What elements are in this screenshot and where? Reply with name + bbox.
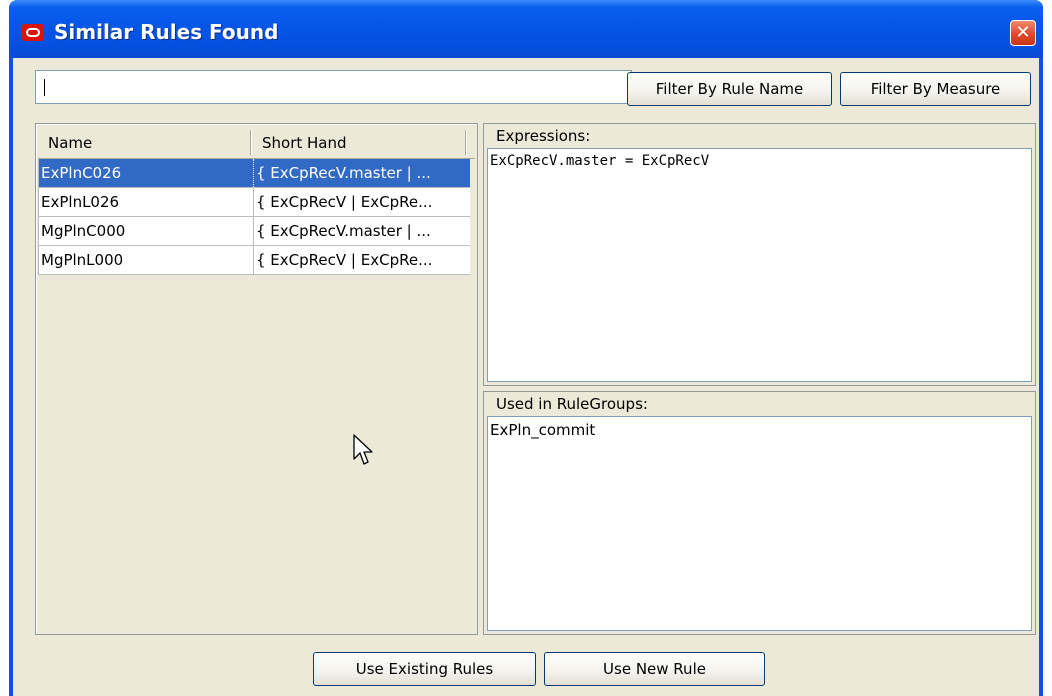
rules-table-body: ExPlnC026 { ExCpRecV.master | ... ExPlnL… (38, 159, 470, 275)
rule-name-cell: MgPlnL000 (41, 251, 124, 269)
oracle-logo-icon (22, 24, 44, 41)
rulegroups-label: Used in RuleGroups: (496, 395, 648, 413)
rulegroups-text-area[interactable]: ExPln_commit (487, 416, 1032, 631)
expressions-label: Expressions: (496, 127, 591, 145)
short-hand-cell: { ExCpRecV.master | ... (253, 159, 469, 187)
table-row[interactable]: MgPlnL000 { ExCpRecV | ExCpRe... (38, 246, 470, 275)
expressions-text-area[interactable]: ExCpRecV.master = ExCpRecV (487, 148, 1032, 382)
column-divider[interactable] (465, 130, 466, 155)
title-bar[interactable]: Similar Rules Found ✕ (9, 0, 1043, 58)
short-hand-cell: { ExCpRecV.master | ... (253, 217, 469, 245)
rulegroups-group: Used in RuleGroups: ExPln_commit (483, 391, 1036, 635)
rule-name-cell: ExPlnL026 (41, 193, 120, 211)
short-hand-cell: { ExCpRecV | ExCpRe... (253, 246, 469, 274)
filter-by-rule-name-button[interactable]: Filter By Rule Name (627, 72, 832, 106)
filter-input[interactable] (35, 70, 632, 104)
dialog-title: Similar Rules Found (54, 20, 279, 44)
filter-by-measure-button[interactable]: Filter By Measure (840, 72, 1031, 106)
rule-name-cell: ExPlnC026 (41, 164, 122, 182)
short-hand-cell: { ExCpRecV | ExCpRe... (253, 188, 469, 216)
table-row[interactable]: ExPlnC026 { ExCpRecV.master | ... (38, 159, 470, 188)
expressions-group: Expressions: ExCpRecV.master = ExCpRecV (483, 123, 1036, 386)
column-header-short-hand[interactable]: Short Hand (252, 126, 464, 159)
rules-table-panel: Name Short Hand ExPlnC026 { ExCpRecV.mas… (35, 123, 478, 635)
table-row[interactable]: ExPlnL026 { ExCpRecV | ExCpRe... (38, 188, 470, 217)
text-caret (44, 79, 45, 96)
use-new-rule-button[interactable]: Use New Rule (544, 652, 765, 686)
column-divider[interactable] (250, 130, 251, 155)
close-button[interactable]: ✕ (1010, 20, 1036, 46)
rules-table-header: Name Short Hand (38, 126, 475, 159)
mouse-pointer-icon (353, 434, 373, 465)
table-row[interactable]: MgPlnC000 { ExCpRecV.master | ... (38, 217, 470, 246)
rule-name-cell: MgPlnC000 (41, 222, 126, 240)
use-existing-rules-button[interactable]: Use Existing Rules (313, 652, 536, 686)
similar-rules-dialog: Similar Rules Found ✕ Filter By Rule Nam… (9, 0, 1043, 696)
column-header-name[interactable]: Name (38, 126, 250, 159)
